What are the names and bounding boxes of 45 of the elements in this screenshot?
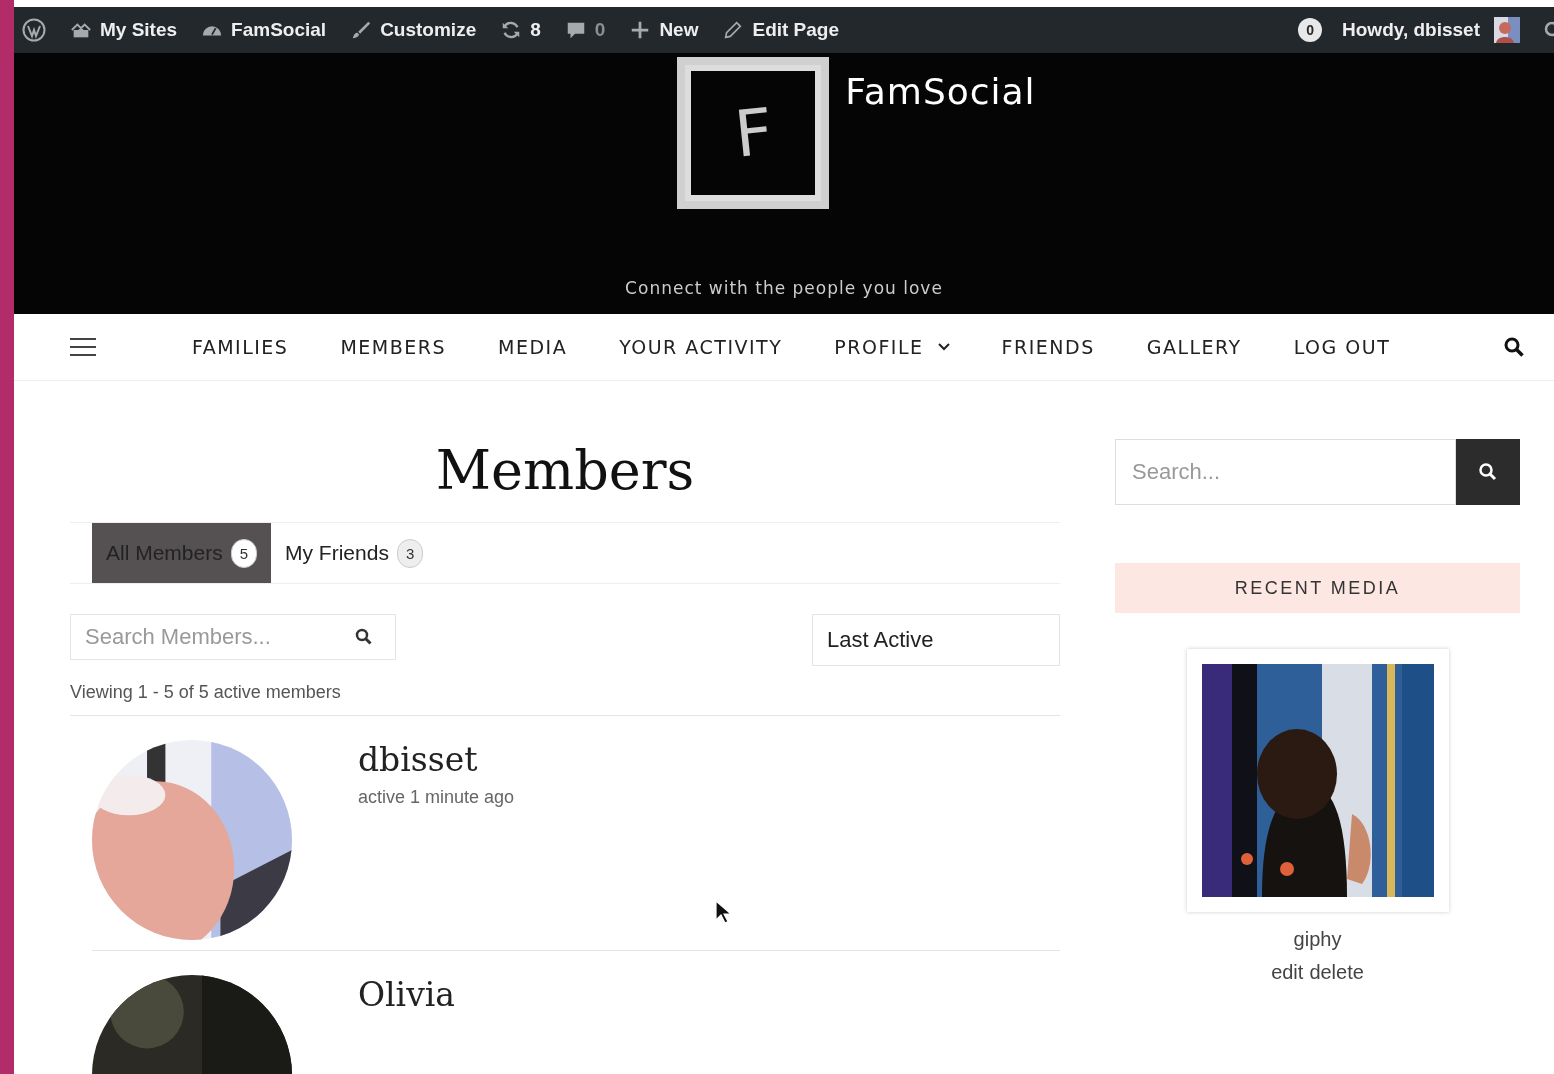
media-action-link[interactable]: delete [1309,961,1364,984]
admin-bar-link[interactable]: FamSocial [201,19,327,41]
last-active-text: active 1 minute ago [358,787,515,808]
brush-icon [350,19,373,41]
widget-title: RECENT MEDIA [1115,563,1520,613]
search-field[interactable]: Search Members... [70,614,396,660]
order-dropdown[interactable]: Last Active [812,614,1060,666]
admin-bar-link[interactable]: My Sites [70,19,178,41]
tab[interactable]: My Friends 3 [271,523,438,583]
page-title: Members [434,439,696,502]
admin-bar-link[interactable]: 0 [564,19,606,41]
nav-link[interactable]: MEDIA [498,336,568,358]
notification-count[interactable]: 0 [1298,18,1323,42]
site-title[interactable]: FamSocial [845,71,1036,112]
result-count: Viewing 1 - 5 of 5 active members [70,682,1060,716]
menu-icon [70,337,96,357]
chevron-down-icon [937,343,950,351]
nav-link[interactable]: FAMILIES [192,336,289,358]
nav-link[interactable]: MEMBERS [340,336,447,358]
admin-bar-link[interactable]: New [629,19,699,41]
wordpress-logo-icon[interactable] [22,18,46,42]
nav-link[interactable]: PROFILE [834,336,950,358]
media-action-link[interactable]: edit [1271,961,1304,984]
nav-link[interactable]: FRIENDS [1001,336,1095,358]
admin-bar-link[interactable]: 8 [500,19,541,41]
admin-bar-link[interactable]: Customize [350,19,477,41]
admin-bar-link[interactable]: Edit Page [722,19,840,41]
account-link[interactable]: Howdy, dbisset [1342,19,1480,41]
site-logo[interactable]: F [677,57,830,209]
search-icon [1478,462,1498,482]
search-button[interactable] [1456,439,1520,505]
nav-link[interactable]: YOUR ACTIVITY [619,336,783,358]
search-icon [354,627,374,647]
nav-link[interactable]: LOG OUT [1293,336,1391,358]
search-icon [1504,337,1524,357]
search-field[interactable]: Search... [1115,439,1456,505]
cursor-icon [715,900,731,924]
media-title[interactable]: giphy [1293,928,1342,951]
site-tagline: Connect with the people you love [625,278,943,298]
count-badge: 5 [230,538,258,568]
member-name[interactable]: Olivia [358,975,456,1014]
count-badge: 3 [396,538,424,568]
nav-link[interactable]: GALLERY [1146,336,1242,358]
user-avatar-icon [1494,17,1520,43]
member-name[interactable]: dbisset [358,740,515,779]
